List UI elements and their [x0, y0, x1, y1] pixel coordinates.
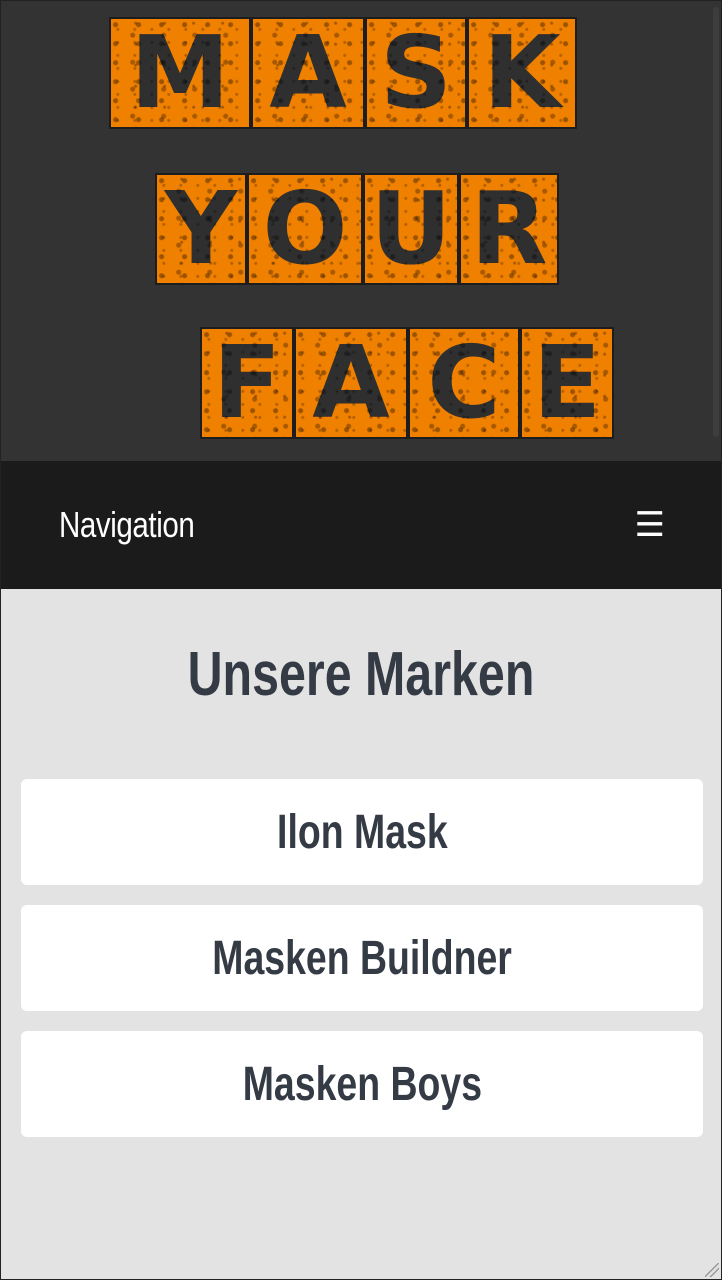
brand-card-masken-buildner[interactable]: Masken Buildner [21, 905, 703, 1012]
logo-tile: K [467, 17, 577, 129]
page-frame: M A S K Y O U R F A C E Navigation ☰ Uns… [0, 0, 722, 1280]
mask-your-face-logo[interactable]: M A S K Y O U R F A C E [1, 1, 721, 461]
section-title: Unsere Marken [187, 640, 535, 709]
logo-line-face: F A C E [200, 327, 614, 439]
brand-card-masken-boys[interactable]: Masken Boys [21, 1031, 703, 1138]
logo-tile: C [408, 327, 520, 439]
brand-label: Masken Boys [242, 1057, 482, 1111]
brand-label: Masken Buildner [212, 931, 512, 985]
logo-line-mask: M A S K [109, 17, 577, 129]
logo-tile: O [247, 173, 363, 285]
resize-grip-icon[interactable] [705, 1263, 719, 1277]
logo-tile: A [251, 17, 365, 129]
logo-tile: A [294, 327, 408, 439]
scrollbar[interactable] [713, 7, 719, 437]
logo-tile: U [363, 173, 459, 285]
navbar: Navigation ☰ [1, 461, 721, 589]
nav-title: Navigation [59, 504, 195, 545]
site-header: M A S K Y O U R F A C E [1, 1, 721, 461]
brand-label: Ilon Mask [276, 805, 448, 859]
main-content: Unsere Marken Ilon Mask Masken Buildner … [1, 589, 721, 1138]
brand-list: Ilon Mask Masken Buildner Masken Boys [1, 779, 721, 1138]
logo-tile: M [109, 17, 251, 129]
logo-tile: R [459, 173, 559, 285]
hamburger-icon[interactable]: ☰ [635, 508, 665, 542]
logo-tile: E [520, 327, 614, 439]
logo-tile: S [365, 17, 467, 129]
logo-tile: Y [155, 173, 247, 285]
logo-tile: F [200, 327, 294, 439]
logo-line-your: Y O U R [155, 173, 559, 285]
brand-card-ilon-mask[interactable]: Ilon Mask [21, 779, 703, 886]
